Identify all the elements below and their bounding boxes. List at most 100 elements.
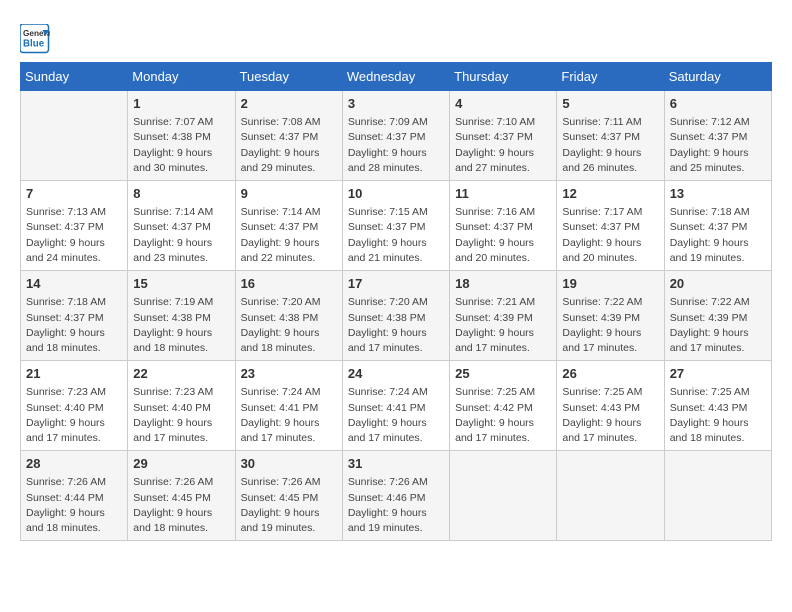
day-content: Sunrise: 7:23 AM Sunset: 4:40 PM Dayligh… (26, 385, 122, 446)
week-row-1: 1Sunrise: 7:07 AM Sunset: 4:38 PM Daylig… (21, 91, 772, 181)
day-number: 29 (133, 455, 229, 473)
header-day-saturday: Saturday (664, 63, 771, 91)
day-number: 2 (241, 95, 337, 113)
day-content: Sunrise: 7:09 AM Sunset: 4:37 PM Dayligh… (348, 115, 444, 176)
calendar-cell-week4-day3: 23 Sunrise: 7:24 AM Sunset: 4:41 PM Dayli… (235, 361, 342, 451)
calendar-cell-week2-day4: 10 Sunrise: 7:15 AM Sunset: 4:37 PM Dayli… (342, 181, 449, 271)
day-content: Sunrise: 7:26 AM Sunset: 4:44 PM Dayligh… (26, 475, 122, 536)
day-number: 16 (241, 275, 337, 293)
day-content: Sunrise: 7:24 AM Sunset: 4:41 PM Dayligh… (241, 385, 337, 446)
day-content: Sunrise: 7:13 AM Sunset: 4:37 PM Dayligh… (26, 205, 122, 266)
calendar-cell-week4-day6: 26Sunrise: 7:25 AM Sunset: 4:43 PM Dayli… (557, 361, 664, 451)
day-number: 22 (133, 365, 229, 383)
calendar-cell-week4-day7: 27 Sunrise: 7:25 AM Sunset: 4:43 PM Dayli… (664, 361, 771, 451)
day-number: 23 (241, 365, 337, 383)
calendar-cell-week5-day2: 29 Sunrise: 7:26 AM Sunset: 4:45 PM Dayli… (128, 451, 235, 541)
page-header: General Blue (20, 20, 772, 54)
day-number: 9 (241, 185, 337, 203)
day-content: Sunrise: 7:17 AM Sunset: 4:37 PM Dayligh… (562, 205, 658, 266)
calendar-cell-week1-day1 (21, 91, 128, 181)
day-content: Sunrise: 7:23 AM Sunset: 4:40 PM Dayligh… (133, 385, 229, 446)
header-day-tuesday: Tuesday (235, 63, 342, 91)
week-row-4: 21 Sunrise: 7:23 AM Sunset: 4:40 PM Dayli… (21, 361, 772, 451)
day-content: Sunrise: 7:25 AM Sunset: 4:42 PM Dayligh… (455, 385, 551, 446)
calendar-cell-week1-day2: 1Sunrise: 7:07 AM Sunset: 4:38 PM Daylig… (128, 91, 235, 181)
day-number: 6 (670, 95, 766, 113)
calendar-cell-week4-day4: 24 Sunrise: 7:24 AM Sunset: 4:41 PM Dayli… (342, 361, 449, 451)
day-number: 20 (670, 275, 766, 293)
week-row-2: 7Sunrise: 7:13 AM Sunset: 4:37 PM Daylig… (21, 181, 772, 271)
day-number: 14 (26, 275, 122, 293)
day-content: Sunrise: 7:11 AM Sunset: 4:37 PM Dayligh… (562, 115, 658, 176)
calendar-cell-week3-day1: 14 Sunrise: 7:18 AM Sunset: 4:37 PM Dayli… (21, 271, 128, 361)
day-number: 8 (133, 185, 229, 203)
day-content: Sunrise: 7:20 AM Sunset: 4:38 PM Dayligh… (241, 295, 337, 356)
calendar-cell-week1-day4: 3 Sunrise: 7:09 AM Sunset: 4:37 PM Daylig… (342, 91, 449, 181)
day-content: Sunrise: 7:21 AM Sunset: 4:39 PM Dayligh… (455, 295, 551, 356)
day-content: Sunrise: 7:26 AM Sunset: 4:45 PM Dayligh… (133, 475, 229, 536)
calendar-cell-week1-day7: 6 Sunrise: 7:12 AM Sunset: 4:37 PM Daylig… (664, 91, 771, 181)
calendar-cell-week1-day3: 2Sunrise: 7:08 AM Sunset: 4:37 PM Daylig… (235, 91, 342, 181)
calendar-cell-week2-day3: 9Sunrise: 7:14 AM Sunset: 4:37 PM Daylig… (235, 181, 342, 271)
calendar-cell-week3-day5: 18 Sunrise: 7:21 AM Sunset: 4:39 PM Dayli… (450, 271, 557, 361)
header-day-monday: Monday (128, 63, 235, 91)
day-number: 27 (670, 365, 766, 383)
day-number: 25 (455, 365, 551, 383)
calendar-cell-week1-day6: 5 Sunrise: 7:11 AM Sunset: 4:37 PM Daylig… (557, 91, 664, 181)
day-content: Sunrise: 7:15 AM Sunset: 4:37 PM Dayligh… (348, 205, 444, 266)
calendar-cell-week3-day7: 20Sunrise: 7:22 AM Sunset: 4:39 PM Dayli… (664, 271, 771, 361)
calendar-cell-week3-day3: 16 Sunrise: 7:20 AM Sunset: 4:38 PM Dayli… (235, 271, 342, 361)
day-number: 17 (348, 275, 444, 293)
day-number: 18 (455, 275, 551, 293)
day-content: Sunrise: 7:18 AM Sunset: 4:37 PM Dayligh… (670, 205, 766, 266)
calendar-cell-week2-day5: 11 Sunrise: 7:16 AM Sunset: 4:37 PM Dayli… (450, 181, 557, 271)
day-content: Sunrise: 7:18 AM Sunset: 4:37 PM Dayligh… (26, 295, 122, 356)
day-number: 4 (455, 95, 551, 113)
calendar-cell-week2-day1: 7Sunrise: 7:13 AM Sunset: 4:37 PM Daylig… (21, 181, 128, 271)
day-number: 24 (348, 365, 444, 383)
day-content: Sunrise: 7:14 AM Sunset: 4:37 PM Dayligh… (133, 205, 229, 266)
day-number: 10 (348, 185, 444, 203)
day-number: 13 (670, 185, 766, 203)
day-content: Sunrise: 7:26 AM Sunset: 4:45 PM Dayligh… (241, 475, 337, 536)
header-day-wednesday: Wednesday (342, 63, 449, 91)
day-number: 31 (348, 455, 444, 473)
day-content: Sunrise: 7:20 AM Sunset: 4:38 PM Dayligh… (348, 295, 444, 356)
day-number: 21 (26, 365, 122, 383)
calendar-cell-week2-day6: 12 Sunrise: 7:17 AM Sunset: 4:37 PM Dayli… (557, 181, 664, 271)
calendar-cell-week5-day1: 28 Sunrise: 7:26 AM Sunset: 4:44 PM Dayli… (21, 451, 128, 541)
week-row-3: 14 Sunrise: 7:18 AM Sunset: 4:37 PM Dayli… (21, 271, 772, 361)
calendar-cell-week3-day6: 19Sunrise: 7:22 AM Sunset: 4:39 PM Dayli… (557, 271, 664, 361)
calendar-cell-week3-day2: 15Sunrise: 7:19 AM Sunset: 4:38 PM Dayli… (128, 271, 235, 361)
header-day-thursday: Thursday (450, 63, 557, 91)
day-content: Sunrise: 7:16 AM Sunset: 4:37 PM Dayligh… (455, 205, 551, 266)
day-content: Sunrise: 7:10 AM Sunset: 4:37 PM Dayligh… (455, 115, 551, 176)
day-content: Sunrise: 7:12 AM Sunset: 4:37 PM Dayligh… (670, 115, 766, 176)
day-number: 3 (348, 95, 444, 113)
calendar-cell-week5-day4: 31 Sunrise: 7:26 AM Sunset: 4:46 PM Dayli… (342, 451, 449, 541)
calendar-cell-week5-day6 (557, 451, 664, 541)
calendar-cell-week5-day3: 30Sunrise: 7:26 AM Sunset: 4:45 PM Dayli… (235, 451, 342, 541)
day-number: 1 (133, 95, 229, 113)
logo: General Blue (20, 24, 54, 54)
calendar-cell-week4-day1: 21 Sunrise: 7:23 AM Sunset: 4:40 PM Dayli… (21, 361, 128, 451)
day-number: 15 (133, 275, 229, 293)
day-content: Sunrise: 7:25 AM Sunset: 4:43 PM Dayligh… (562, 385, 658, 446)
calendar-cell-week5-day5 (450, 451, 557, 541)
day-content: Sunrise: 7:24 AM Sunset: 4:41 PM Dayligh… (348, 385, 444, 446)
day-content: Sunrise: 7:26 AM Sunset: 4:46 PM Dayligh… (348, 475, 444, 536)
header-day-friday: Friday (557, 63, 664, 91)
calendar-cell-week2-day7: 13 Sunrise: 7:18 AM Sunset: 4:37 PM Dayli… (664, 181, 771, 271)
day-number: 5 (562, 95, 658, 113)
calendar-cell-week4-day2: 22 Sunrise: 7:23 AM Sunset: 4:40 PM Dayli… (128, 361, 235, 451)
day-number: 28 (26, 455, 122, 473)
calendar-cell-week4-day5: 25 Sunrise: 7:25 AM Sunset: 4:42 PM Dayli… (450, 361, 557, 451)
calendar-table: SundayMondayTuesdayWednesdayThursdayFrid… (20, 62, 772, 541)
header-day-sunday: Sunday (21, 63, 128, 91)
day-number: 19 (562, 275, 658, 293)
calendar-cell-week3-day4: 17 Sunrise: 7:20 AM Sunset: 4:38 PM Dayli… (342, 271, 449, 361)
day-number: 12 (562, 185, 658, 203)
day-number: 11 (455, 185, 551, 203)
calendar-header-row: SundayMondayTuesdayWednesdayThursdayFrid… (21, 63, 772, 91)
day-content: Sunrise: 7:25 AM Sunset: 4:43 PM Dayligh… (670, 385, 766, 446)
